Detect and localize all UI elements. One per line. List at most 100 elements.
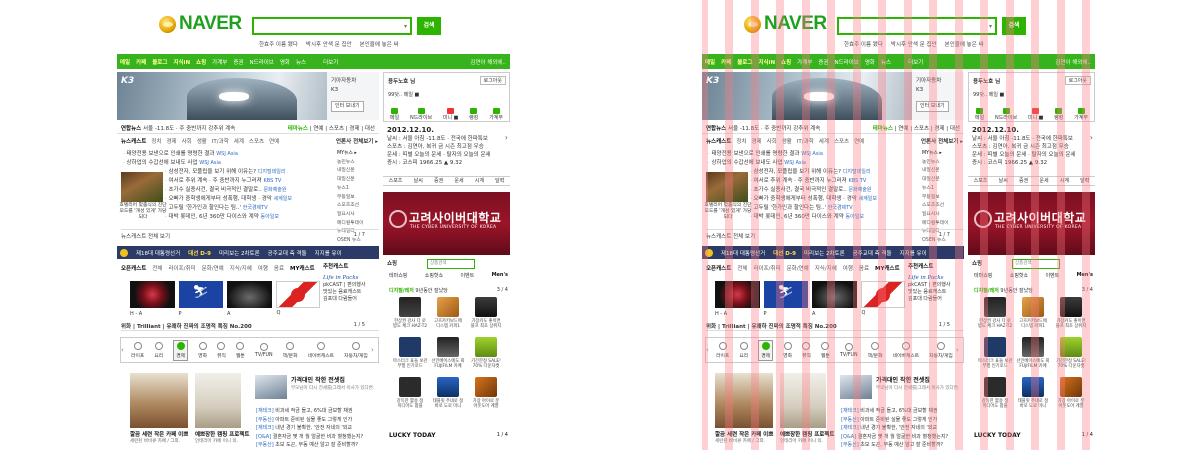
service-tvfun[interactable]: TV/FUN xyxy=(840,342,858,358)
shop-item[interactable]: 가장커도 좋이면 블프 최초 상위지 xyxy=(469,297,503,335)
press-item[interactable]: 대일신문 xyxy=(922,176,962,185)
cast-thumb[interactable]: A xyxy=(812,281,857,317)
nav-item[interactable]: N드라이브 xyxy=(249,58,273,66)
service-auto-game[interactable]: 자동차/게임 xyxy=(929,341,953,359)
press-item[interactable]: 뉴스1 xyxy=(337,185,377,194)
feature-item[interactable]: 아파트 준비된 실물 좋도 그렇게 인가 xyxy=(860,417,937,423)
tab-news[interactable]: 정치 xyxy=(151,137,161,145)
feature-image[interactable] xyxy=(195,373,241,428)
nav-item[interactable]: 쇼핑 xyxy=(196,58,206,66)
shop-item[interactable]: 한상권 강사 다 로 밥도 체크 HAZ-T2 xyxy=(978,297,1012,335)
tab-news[interactable]: 사회 xyxy=(182,137,192,145)
chevron-right-icon[interactable]: › xyxy=(505,134,508,142)
info-line[interactable]: 스포츠 : 김연아, 복귀 금 시즌 최고점 우승 xyxy=(972,143,1091,151)
nav-item[interactable]: 뉴스 xyxy=(881,58,891,66)
hot-keyword[interactable]: 박시후 안색 문 집안 xyxy=(891,40,937,48)
service-navercast[interactable]: 네이버캐스트 xyxy=(308,341,334,359)
login-mini[interactable]: 미니 ■ xyxy=(1028,108,1043,122)
cast-title-text[interactable]: 위화 | Trilliant | 유쾌하 진짜의 조명적 특징 No.200 xyxy=(706,324,837,330)
news-headline[interactable]: 여서로 추위 계속 · 주 중반까지 누그러져 xyxy=(169,178,262,184)
info-line[interactable]: 운세 : 띠별 오늘의 운세 · 탈자의 오늘의 운세 xyxy=(387,151,506,159)
info-tab[interactable]: 달력 xyxy=(495,177,504,185)
shopping-search-input[interactable]: 상품검색 xyxy=(1012,259,1060,269)
nav-item[interactable]: N드라이브 xyxy=(834,58,858,66)
recommend-brand[interactable]: Life in Packs xyxy=(323,275,379,282)
news-headline[interactable]: 대박 롯데인, 6년 360만 다이스와 계약 xyxy=(754,214,844,220)
shop-tab[interactable]: 테마쇼핑 xyxy=(974,272,992,279)
shop-tab-mens[interactable]: Men's xyxy=(1077,272,1093,279)
service-book[interactable]: 책/문화 xyxy=(868,341,883,359)
hot-keyword[interactable]: 한효주 이름 됐다 xyxy=(844,40,883,48)
naver-logo[interactable]: NAVER xyxy=(744,12,827,36)
logout-button[interactable]: 로그아웃 xyxy=(1064,76,1091,85)
tab-cast[interactable]: 전체 xyxy=(737,264,747,272)
search-input[interactable]: ▾ xyxy=(837,17,997,35)
banner-button[interactable]: 인터 보내기 xyxy=(331,101,364,112)
info-line[interactable]: 증시 : 코스피 1966.25 ▲ 9.32 xyxy=(972,159,1091,167)
press-item[interactable]: 일요시사 xyxy=(337,211,377,220)
hot-keyword[interactable]: 본인을에 놓은 싸 xyxy=(945,40,984,48)
user-name[interactable]: 용두노호 님 xyxy=(388,79,415,85)
shop-item[interactable]: 가장 아이로 분 아웃도어 계열 xyxy=(1054,377,1088,415)
topic[interactable]: 연예 xyxy=(313,126,323,132)
feature-item[interactable]: 비과세 적금 들고, 6%대 금보할 채권 xyxy=(860,408,937,414)
ad-banner-car[interactable]: K3 기아자동차 K3 인터 보내기 xyxy=(117,72,379,120)
tab-cast[interactable]: 문화/연예 xyxy=(202,264,224,272)
feature-caption[interactable]: 예쁘장한 캠핑 프로젝트 xyxy=(780,430,834,438)
press-item[interactable]: 농민뉴스 xyxy=(922,159,962,168)
info-line[interactable]: 운세 : 띠별 오늘의 운세 · 탈자의 오늘의 운세 xyxy=(972,151,1091,159)
feature-caption[interactable]: 깔끔 세련 작은 카페 이쁘 xyxy=(715,430,773,438)
recommend-line[interactable]: pkCAST | 편의행사 xyxy=(908,282,964,289)
election-label[interactable]: 제18대 대통령선거 xyxy=(721,249,765,257)
nav-item[interactable]: 블로그 xyxy=(737,58,752,66)
feature-item[interactable]: 내년 경기 불확한, '안전 자네의 '외교 xyxy=(860,425,937,431)
login-ndrive[interactable]: N드라이브 xyxy=(995,108,1017,122)
lucky-today[interactable]: LUCKY TODAY 1 / 4 xyxy=(389,432,508,439)
election-dday[interactable]: 대선 D-9 xyxy=(188,249,211,257)
press-item[interactable]: 스포츠조선 xyxy=(922,202,962,211)
nav-item[interactable]: 메일 xyxy=(120,58,130,66)
tab-cast[interactable]: 라이프/취미 xyxy=(168,264,195,272)
shop-item[interactable]: 가장커도 좋이면 블프 최초 상위지 xyxy=(1054,297,1088,335)
news-headline[interactable]: 초가수 실종사건, 결국 비극적인 결말로.. xyxy=(754,187,847,193)
tab-news[interactable]: 세계 xyxy=(234,137,244,145)
tab-news[interactable]: 사회 xyxy=(767,137,777,145)
topic[interactable]: 스포츠 xyxy=(914,126,929,132)
shop-tab[interactable]: 쇼핑핫쇼 xyxy=(425,272,443,279)
info-line[interactable]: 날씨 : 서울 아침 -11.8도 · 전국에 한파특보 xyxy=(387,135,506,143)
shop-tab[interactable]: 이벤트 xyxy=(1045,272,1059,279)
nav-item[interactable]: 카페 xyxy=(136,58,146,66)
university-ad[interactable]: 고려사이버대학교 THE CYBER UNIVERSITY OF KOREA xyxy=(383,192,510,255)
feature-item[interactable]: 결혼자금 몇 개 월 얼굴한 비과 혈청했는지? xyxy=(858,434,948,440)
shop-item[interactable]: 고흐카키보드에 디스템 커피1 xyxy=(1016,297,1050,335)
service-cook[interactable]: 요리 xyxy=(154,341,163,359)
search-input[interactable]: ▾ xyxy=(252,17,412,35)
list-item[interactable]: 초가수 실종사건, 결국 비극적인 결말로.. 문화예술원 xyxy=(750,186,918,195)
tab-cast[interactable]: 지식/지혜 xyxy=(815,264,837,272)
chevron-right-icon[interactable]: › xyxy=(956,346,959,354)
breaking-news[interactable]: 연합뉴스 서울 -11.8도 · 주 중반까지 강추위 계속 테마뉴스 | 연예… xyxy=(702,124,964,134)
cast-title[interactable]: 위화 | Trilliant | 유쾌하 진짜의 조명적 특징 No.200 1… xyxy=(706,322,964,331)
hot-keyword[interactable]: 한효주 이름 됐다 xyxy=(259,40,298,48)
news-headline[interactable]: 상하업의 수갑선에 보내도 사업 xyxy=(712,160,783,166)
tab-news[interactable]: 세계 xyxy=(819,137,829,145)
tab-opencast[interactable]: 오픈캐스트 xyxy=(121,264,146,272)
nav-more[interactable]: 더보기 xyxy=(908,58,923,66)
cast-title[interactable]: 위화 | Trilliant | 유쾌하 진짜의 조명적 특징 No.200 1… xyxy=(121,322,379,331)
tab-cast[interactable]: 전체 xyxy=(152,264,162,272)
chevron-right-icon[interactable]: › xyxy=(371,346,374,354)
logout-button[interactable]: 로그아웃 xyxy=(479,76,506,85)
shop-item[interactable]: 태블릿 주네로 정 바로 도로 미니 xyxy=(431,377,465,415)
tab-news[interactable]: 경제 xyxy=(166,137,176,145)
tab-news[interactable]: 생활 xyxy=(197,137,207,145)
shop-item[interactable]: 태블릿 주네로 정 바로 도로 미니 xyxy=(1016,377,1050,415)
breaking-text[interactable]: 서울 -11.8도 · 주 중반까지 강추위 계속 xyxy=(728,126,820,132)
tab-cast[interactable]: 음료 xyxy=(859,264,869,272)
list-item[interactable]: 대박 롯데인, 6년 360만 다이스와 계약 동아일보 xyxy=(750,213,918,222)
list-item[interactable]: 초가수 실종사건, 결국 비극적인 결말로.. 문화예술원 xyxy=(165,186,333,195)
list-item[interactable]: [부동산] 초보 도곤, 부동 예산 알고 잘 준비할까? xyxy=(256,441,381,450)
election-label[interactable]: 제18대 대통령선거 xyxy=(136,249,180,257)
news-headline[interactable]: 상하업의 수갑선에 보내도 사업 xyxy=(127,160,198,166)
mail-count[interactable]: 99닷.. 메일 ■ xyxy=(388,91,505,98)
topic[interactable]: 테마뉴스 xyxy=(288,126,308,132)
